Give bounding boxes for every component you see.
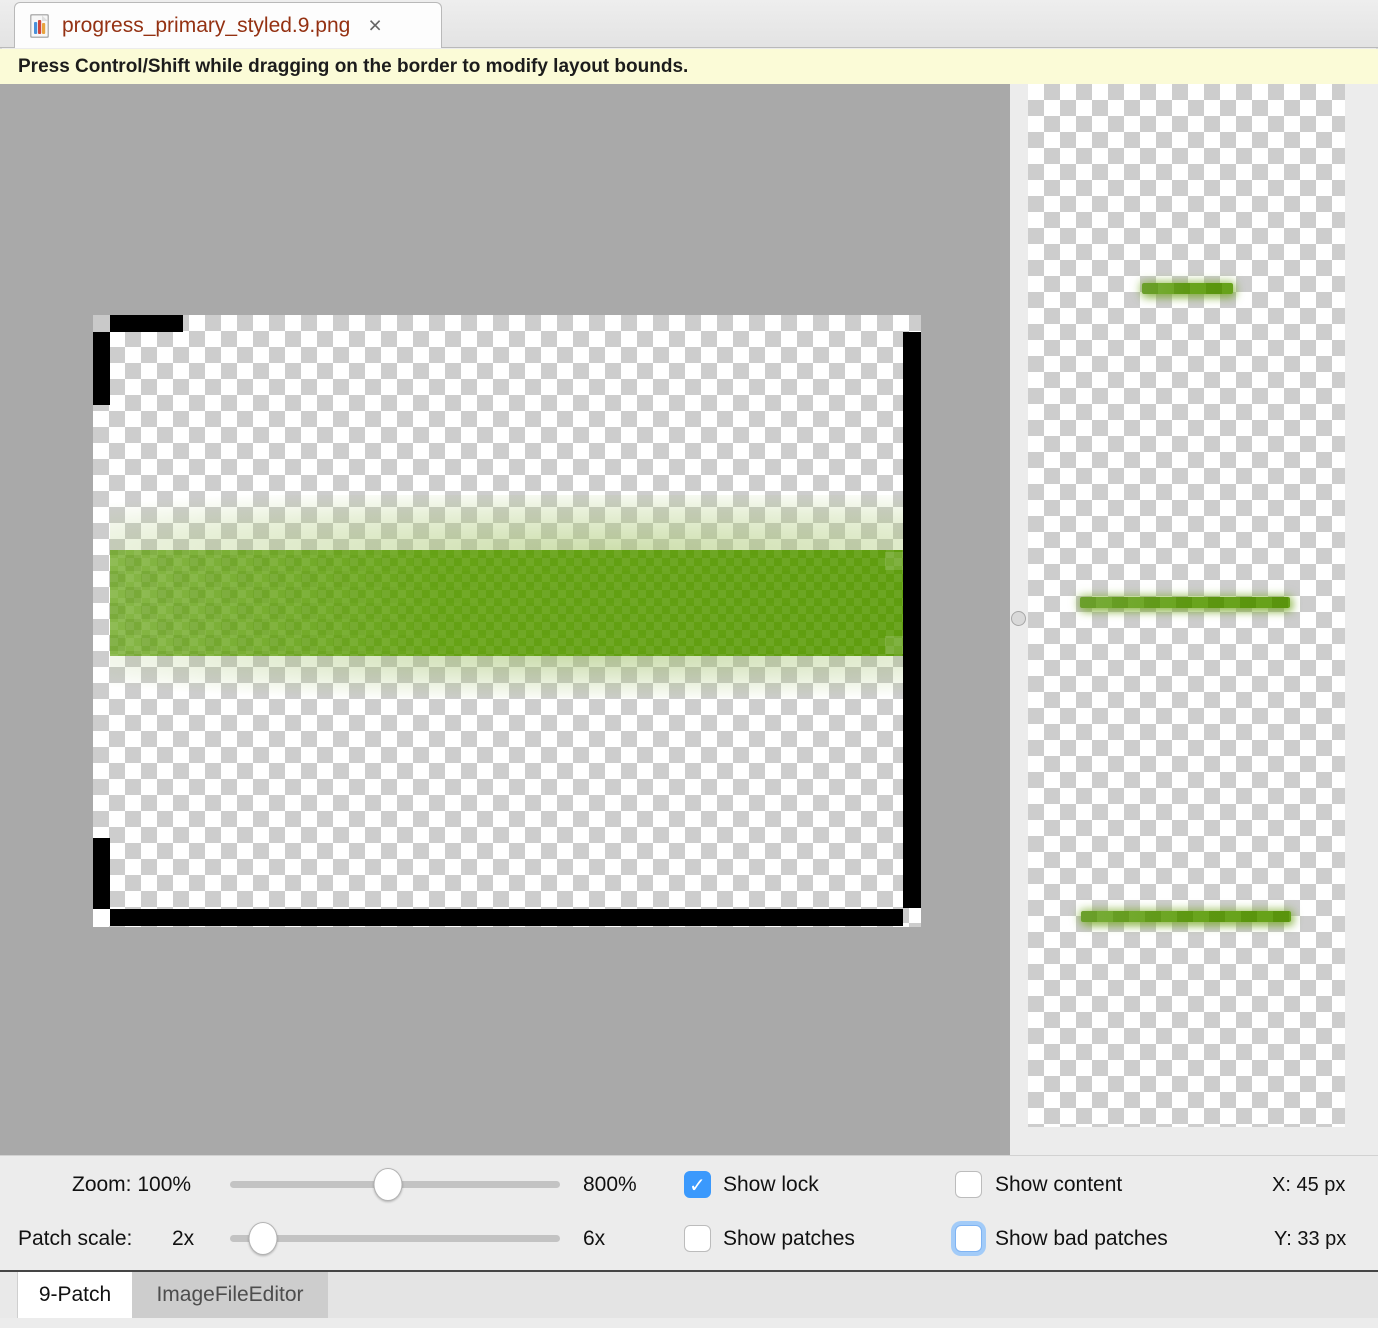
editor-tab-bar: progress_primary_styled.9.png × — [0, 0, 1378, 48]
view-tab-bar-gutter — [0, 1272, 18, 1318]
corner-pixel-top-left[interactable] — [93, 315, 110, 332]
image-file-icon — [29, 13, 50, 39]
control-bar: Zoom: 100% 800% Show lock Show content X… — [0, 1155, 1378, 1270]
preview-bar-segments — [1080, 597, 1290, 608]
green-progress-band — [110, 550, 903, 656]
preview-bar-medium — [1080, 597, 1290, 608]
info-banner: Press Control/Shift while dragging on th… — [0, 49, 1378, 84]
main-area — [0, 84, 1378, 1155]
show-bad-patches-checkbox[interactable] — [955, 1225, 982, 1252]
preview-checkerboard — [1028, 84, 1345, 1127]
green-pixel-artifact — [885, 552, 903, 570]
tab-image-file-editor[interactable]: ImageFileEditor — [132, 1272, 328, 1318]
show-content-checkbox[interactable] — [955, 1171, 982, 1198]
stretch-mark-left-lower[interactable] — [93, 838, 110, 909]
show-patches-checkbox[interactable] — [684, 1225, 711, 1252]
info-banner-text: Press Control/Shift while dragging on th… — [18, 56, 688, 78]
green-pixel-artifact — [885, 636, 903, 654]
view-tab-bar: 9-Patch ImageFileEditor — [0, 1270, 1378, 1318]
close-icon[interactable]: × — [368, 14, 381, 37]
preview-bar-segments — [1081, 911, 1291, 922]
green-band-pixel-checker — [110, 550, 903, 656]
patch-scale-max-label: 6x — [583, 1227, 605, 1251]
window-bottom-strip — [0, 1318, 1378, 1328]
patch-scale-label: Patch scale: — [18, 1227, 132, 1251]
preview-pane — [1028, 84, 1378, 1155]
preview-bar-segments — [1142, 283, 1233, 294]
editor-tab-title: progress_primary_styled.9.png — [62, 14, 350, 38]
patch-scale-slider[interactable] — [230, 1222, 560, 1254]
patch-scale-min-label: 2x — [172, 1227, 194, 1251]
stretch-mark-top[interactable] — [110, 315, 183, 332]
pane-splitter[interactable] — [1010, 84, 1028, 1155]
cursor-x-status: X: 45 px — [1272, 1174, 1345, 1197]
preview-bar-large — [1081, 911, 1291, 922]
show-lock-label: Show lock — [723, 1173, 819, 1197]
padding-mark-right[interactable] — [903, 332, 921, 908]
green-glow-top — [110, 495, 903, 550]
zoom-max-label: 800% — [583, 1173, 637, 1197]
zoom-slider-knob[interactable] — [374, 1168, 403, 1201]
green-glow-bottom — [110, 656, 903, 698]
patch-scale-slider-knob[interactable] — [249, 1222, 278, 1255]
editor-tab-active[interactable]: progress_primary_styled.9.png × — [14, 2, 442, 48]
splitter-handle[interactable] — [1011, 611, 1026, 626]
nine-patch-editor-window: progress_primary_styled.9.png × Press Co… — [0, 0, 1378, 1328]
nine-patch-image[interactable] — [93, 315, 921, 927]
stretch-mark-left-upper[interactable] — [93, 332, 110, 405]
corner-pixel-bottom-left[interactable] — [93, 909, 110, 926]
show-lock-checkbox[interactable] — [684, 1171, 711, 1198]
patch-scale-slider-track[interactable] — [230, 1235, 560, 1242]
preview-bar-small — [1142, 283, 1233, 294]
zoom-label: Zoom: 100% — [72, 1173, 191, 1197]
show-content-label: Show content — [995, 1173, 1122, 1197]
tab-9-patch[interactable]: 9-Patch — [18, 1272, 132, 1318]
cursor-y-status: Y: 33 px — [1274, 1228, 1346, 1251]
zoom-slider[interactable] — [230, 1168, 560, 1200]
edit-canvas[interactable] — [0, 84, 1010, 1155]
padding-mark-bottom[interactable] — [110, 909, 903, 926]
show-patches-label: Show patches — [723, 1227, 855, 1251]
show-bad-patches-label: Show bad patches — [995, 1227, 1168, 1251]
